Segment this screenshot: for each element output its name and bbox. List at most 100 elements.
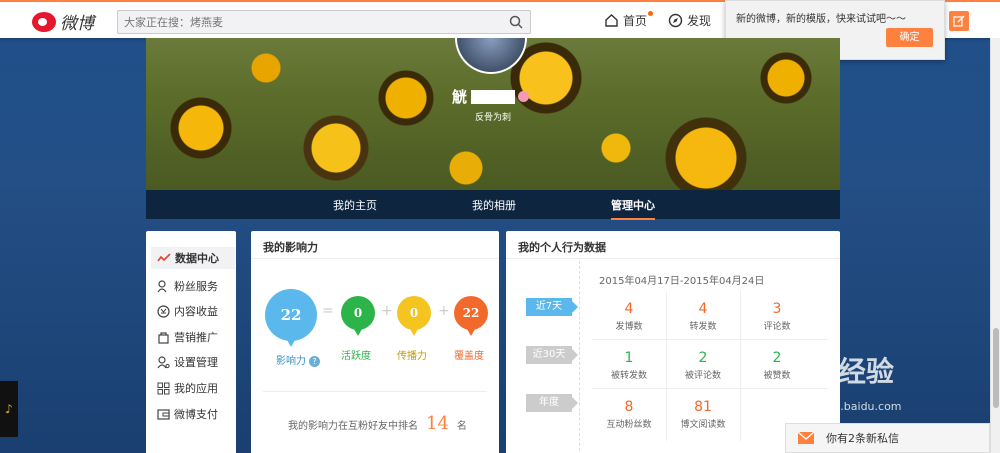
influence-bubble[interactable]: 22 — [265, 289, 317, 347]
stat-value: 81 — [694, 399, 712, 415]
rank-summary: 我的影响力在互粉好友中排名 14 名 — [288, 413, 467, 434]
sidebar-item-label: 粉丝服务 — [174, 280, 218, 293]
period-label: 近30天 — [532, 349, 566, 360]
message-text: 你有2条新私信 — [826, 432, 899, 445]
page-scrollbar[interactable] — [990, 38, 1000, 453]
stat-reposted: 1 被转发数 — [592, 350, 666, 381]
female-icon — [518, 91, 530, 102]
activity-value: 0 — [353, 306, 363, 320]
period-year[interactable]: 年度 — [526, 394, 578, 412]
watermark-brand: Bai — [788, 355, 838, 388]
stat-value: 8 — [624, 399, 634, 415]
nav-discover-label: 发现 — [687, 14, 712, 28]
tab-management-label: 管理中心 — [611, 199, 655, 212]
profile-name-text: 觥 — [452, 88, 468, 106]
rank-prefix: 我的影响力在互粉好友中排名 — [288, 421, 418, 432]
active-tab-indicator — [611, 218, 655, 220]
timeline-line — [579, 261, 580, 453]
stat-interactive-fans: 8 互动粉丝数 — [592, 399, 666, 430]
sidebar-item-label: 内容收益 — [174, 305, 218, 318]
sidebar-item-data-center[interactable]: 数据中心 — [151, 247, 235, 269]
period-label: 近7天 — [535, 301, 563, 312]
coverage-label: 覆盖度 — [454, 351, 484, 362]
private-message-bar[interactable]: 你有2条新私信 — [785, 423, 990, 453]
home-icon — [605, 14, 618, 27]
stat-label: 评论数 — [763, 322, 791, 332]
rank-suffix: 名 — [456, 421, 467, 432]
sidebar: 数据中心 粉丝服务 内容收益 营销推广 设置管理 我的应用 微博支付 — [146, 231, 236, 453]
popup-text: 新的微博，新的模版，快来试试吧～～ — [736, 14, 906, 25]
operator-equals: = — [322, 303, 334, 319]
sidebar-item-label: 数据中心 — [175, 252, 219, 265]
fans-icon — [157, 279, 167, 292]
scrollbar-thumb[interactable] — [993, 328, 999, 408]
mail-icon — [798, 432, 814, 444]
spread-label: 传播力 — [397, 351, 427, 362]
spread-bubble[interactable]: 0 — [397, 296, 431, 336]
grid-row-divider — [592, 339, 828, 340]
profile-name: 觥 — [452, 86, 530, 107]
notification-dot — [648, 11, 654, 16]
sidebar-item-marketing[interactable]: 营销推广 — [157, 329, 218, 345]
period-30days[interactable]: 近30天 — [526, 346, 578, 364]
search-input[interactable] — [118, 11, 498, 33]
apps-grid-icon — [157, 382, 170, 394]
profile-tabs: 我的主页 我的相册 管理中心 — [146, 190, 840, 220]
weibo-logo[interactable]: 微博 — [32, 9, 94, 34]
help-icon[interactable]: ? — [309, 356, 320, 367]
influence-value: 22 — [280, 306, 302, 324]
coverage-bubble[interactable]: 22 — [454, 296, 488, 336]
coverage-value: 22 — [462, 306, 480, 320]
divider — [263, 391, 487, 392]
music-player-icon[interactable]: ♪ — [0, 381, 18, 437]
sidebar-item-fan-service[interactable]: 粉丝服务 — [157, 278, 218, 294]
stat-reposts: 4 转发数 — [666, 301, 740, 332]
search-icon[interactable] — [509, 15, 523, 32]
stat-label: 被评论数 — [684, 371, 721, 381]
watermark-brand-cn: 经验 — [837, 355, 894, 388]
sidebar-item-weibo-pay[interactable]: 微博支付 — [157, 406, 218, 422]
baidu-watermark-logo: Bai经验 — [788, 350, 894, 390]
stat-posts: 4 发博数 — [592, 301, 666, 332]
edit-icon — [953, 15, 965, 27]
tab-album[interactable]: 我的相册 — [472, 197, 516, 213]
compass-icon — [668, 13, 683, 28]
sidebar-item-label: 营销推广 — [174, 331, 218, 344]
stat-value: 4 — [698, 301, 708, 317]
activity-label: 活跃度 — [341, 351, 371, 362]
tab-home[interactable]: 我的主页 — [333, 197, 377, 213]
nav-discover[interactable]: 发现 — [668, 12, 711, 29]
compose-button[interactable] — [949, 11, 969, 31]
influence-title: 我的影响力 — [263, 241, 318, 254]
nav-home[interactable]: 首页 — [604, 11, 654, 29]
nav-home-label: 首页 — [623, 11, 654, 29]
stat-value: 1 — [624, 350, 634, 366]
influence-label: 影响力? — [276, 352, 320, 367]
popup-confirm-button[interactable]: 确定 — [886, 28, 933, 47]
sidebar-item-content-revenue[interactable]: 内容收益 — [157, 303, 218, 319]
operator-plus: + — [381, 303, 393, 319]
stat-comments: 3 评论数 — [740, 301, 814, 332]
sidebar-item-label: 我的应用 — [174, 382, 218, 395]
sidebar-item-settings[interactable]: 设置管理 — [157, 354, 218, 370]
period-label: 年度 — [539, 397, 559, 408]
activity-bubble[interactable]: 0 — [341, 296, 375, 336]
bag-icon — [158, 331, 169, 344]
tab-management[interactable]: 管理中心 — [611, 197, 655, 220]
card-divider — [251, 258, 499, 259]
logo-text: 微博 — [60, 14, 94, 34]
stat-value: 3 — [772, 301, 782, 317]
sidebar-item-label: 设置管理 — [174, 356, 218, 369]
sidebar-item-my-apps[interactable]: 我的应用 — [157, 380, 218, 396]
weibo-eye-icon — [32, 11, 56, 32]
user-settings-icon — [157, 355, 170, 368]
behavior-title: 我的个人行为数据 — [518, 241, 606, 254]
stat-label: 转发数 — [689, 322, 717, 332]
rank-value: 14 — [426, 413, 449, 434]
operator-plus: + — [438, 303, 450, 319]
behavior-card: 我的个人行为数据 2015年04月17日-2015年04月24日 近7天 近30… — [506, 231, 840, 453]
date-range: 2015年04月17日-2015年04月24日 — [599, 276, 765, 287]
period-7days[interactable]: 近7天 — [526, 298, 578, 316]
sidebar-item-label: 微博支付 — [174, 408, 218, 421]
stat-commented: 2 被评论数 — [666, 350, 740, 381]
